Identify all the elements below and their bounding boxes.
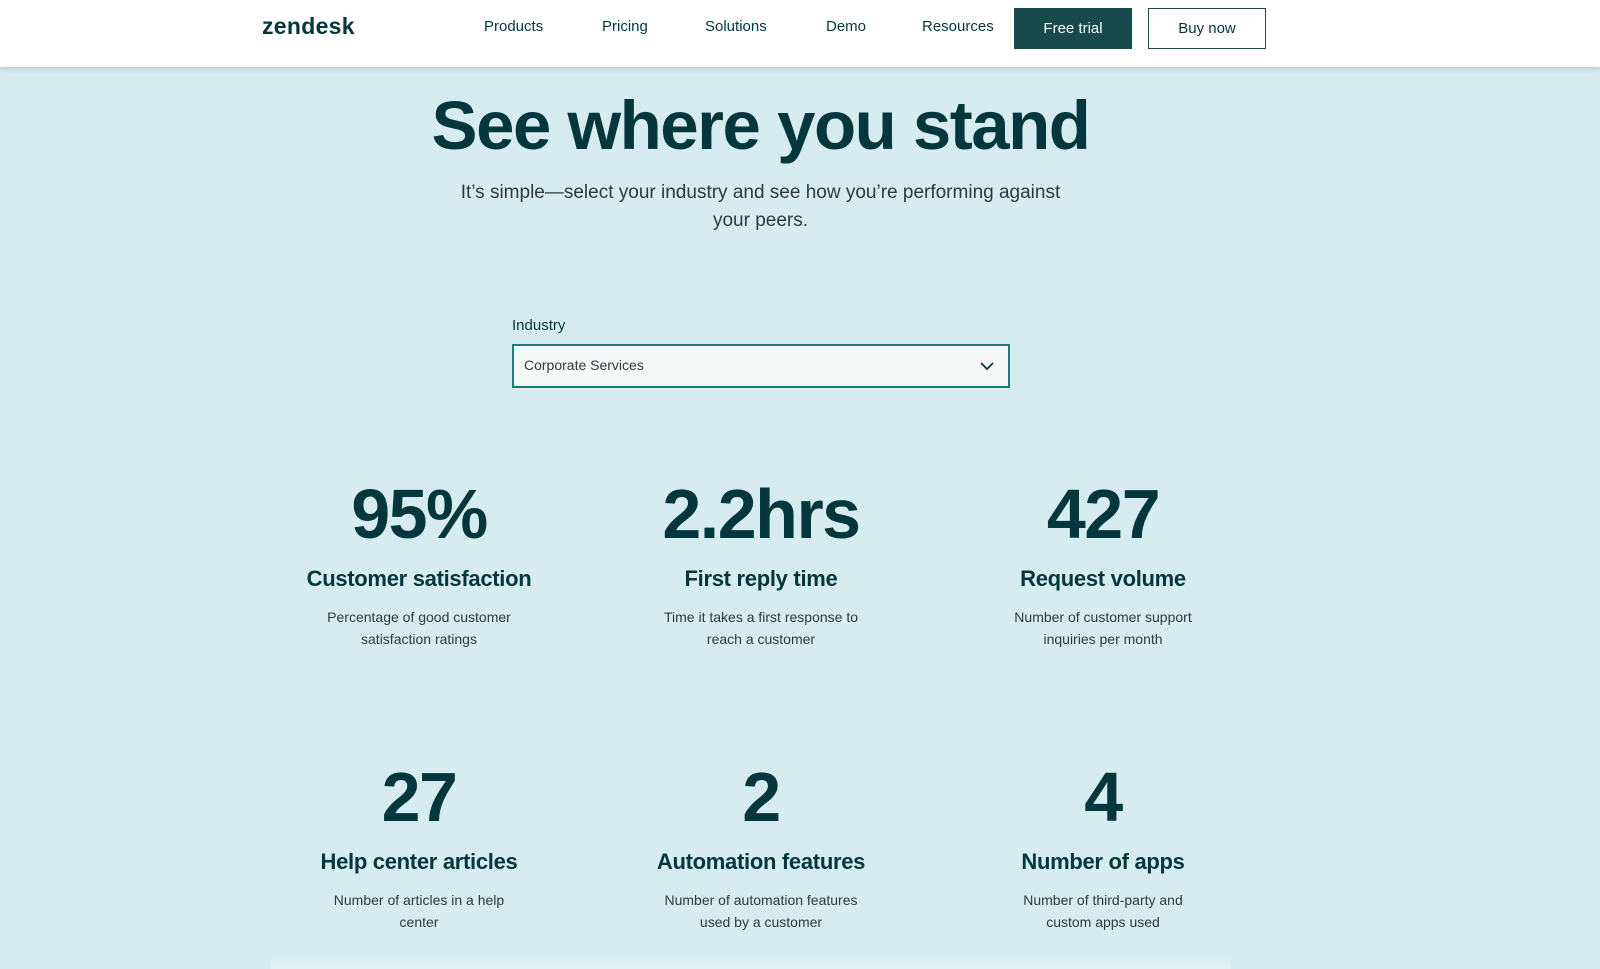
- stat-value: 427: [1046, 475, 1161, 553]
- stat-value: 27: [381, 758, 458, 836]
- stat-title: Help center articles: [320, 849, 518, 874]
- stat-automation-features: 2 Automation features Number of automati…: [601, 757, 921, 933]
- stat-description: Number of articles in a help center: [333, 892, 505, 930]
- stat-description: Time it takes a first response to reach …: [664, 609, 858, 647]
- stat-title: Number of apps: [1021, 849, 1185, 874]
- industry-label: Industry: [512, 317, 566, 334]
- stat-description: Percentage of good customer satisfaction…: [327, 609, 511, 647]
- stat-first-reply-time: 2.2hrs First reply time Time it takes a …: [601, 474, 921, 650]
- industry-selected-value: Corporate Services: [524, 357, 644, 373]
- chevron-down-icon: [980, 362, 994, 371]
- free-trial-button[interactable]: Free trial: [1014, 8, 1132, 49]
- stat-description: Number of automation features used by a …: [664, 892, 858, 930]
- nav-resources[interactable]: Resources: [922, 18, 994, 35]
- zendesk-logo[interactable]: zendesk: [262, 13, 355, 40]
- stat-value: 2.2hrs: [662, 475, 861, 553]
- buy-now-button[interactable]: Buy now: [1148, 8, 1266, 49]
- stat-title: First reply time: [684, 566, 838, 591]
- stat-description: Number of third-party and custom apps us…: [1023, 892, 1183, 930]
- stat-value: 2: [742, 758, 781, 836]
- stat-title: Customer satisfaction: [306, 566, 532, 591]
- nav-solutions[interactable]: Solutions: [705, 18, 767, 35]
- industry-select[interactable]: Corporate Services: [512, 344, 1010, 388]
- page-title: See where you stand: [431, 87, 1091, 164]
- page-subtitle: It’s simple—select your industry and see…: [460, 182, 1061, 231]
- nav-pricing[interactable]: Pricing: [602, 18, 648, 35]
- nav-products[interactable]: Products: [484, 18, 543, 35]
- stat-number-of-apps: 4 Number of apps Number of third-party a…: [943, 757, 1263, 933]
- stat-help-center-articles: 27 Help center articles Number of articl…: [259, 757, 579, 933]
- stat-customer-satisfaction: 95% Customer satisfaction Percentage of …: [259, 474, 579, 650]
- stat-value: 4: [1084, 758, 1123, 836]
- stat-description: Number of customer support inquiries per…: [1014, 609, 1192, 647]
- stat-title: Automation features: [656, 849, 866, 874]
- nav-demo[interactable]: Demo: [826, 18, 866, 35]
- site-header: zendesk Products Pricing Solutions Demo …: [0, 0, 1600, 67]
- next-section-edge: [270, 951, 1230, 969]
- stat-title: Request volume: [1020, 566, 1186, 591]
- stat-value: 95%: [351, 475, 488, 553]
- stat-request-volume: 427 Request volume Number of customer su…: [943, 474, 1263, 650]
